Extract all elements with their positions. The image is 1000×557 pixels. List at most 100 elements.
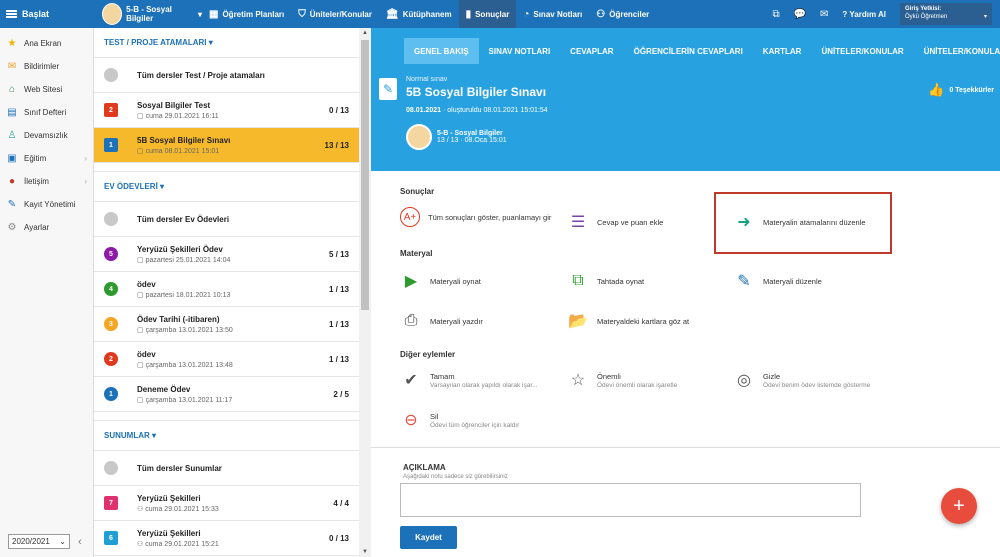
star-icon: ☆ xyxy=(570,372,586,389)
edit-material-action[interactable]: ✎ Materyali düzenle xyxy=(733,270,821,292)
top-bar: Başlat 5-B - Sosyal Bilgiler ▾ ▦ Öğretim … xyxy=(0,0,1000,28)
tab-exam-grades[interactable]: SINAV NOTLARI xyxy=(479,38,561,64)
calendar-icon: ▢ xyxy=(137,361,146,369)
folder-open-icon: 📂 xyxy=(568,313,588,330)
nav-results[interactable]: ▮ Sonuçlar xyxy=(458,0,517,28)
list-item-all-tests[interactable]: Tüm dersler Test / Proje atamaları xyxy=(94,58,359,93)
list-item[interactable]: 1 Deneme Ödev ▢ çarşamba 13.01.2021 11:17 2… xyxy=(94,377,359,412)
chevron-down-icon: ▾ xyxy=(983,14,987,20)
users-icon: ⚇ xyxy=(137,505,146,513)
list-item[interactable]: 2 Sosyal Bilgiler Test ▢ cuma 29.01.2021 1… xyxy=(94,93,359,128)
list-item-all-homework[interactable]: Tüm dersler Ev Ödevleri xyxy=(94,202,359,237)
start-menu-button[interactable]: Başlat xyxy=(0,9,94,19)
number-badge: 7 xyxy=(104,496,118,510)
list-item[interactable]: 4 ödev ▢ pazartesi 18.01.2021 10:13 1 / 13 xyxy=(94,272,359,307)
delete-action[interactable]: ⊖ Sil Ödevi tüm öğrenciler için kaldır xyxy=(400,409,519,431)
nav-units[interactable]: ⛉ Üniteler/Konular xyxy=(291,0,379,28)
shield-icon: ⛉ xyxy=(298,8,306,20)
sidebar-item-notifications[interactable]: ✉ Bildirimler xyxy=(0,55,93,78)
sidebar-item-settings[interactable]: ⚙ Ayarlar xyxy=(0,216,93,239)
start-label: Başlat xyxy=(22,9,50,19)
screen-share-icon[interactable]: ⧉ xyxy=(772,9,779,20)
nav-library[interactable]: 🏛 Kütüphanem xyxy=(379,0,459,28)
sidebar-item-website[interactable]: ⌂ Web Sitesi xyxy=(0,78,93,101)
tab-cards[interactable]: KARTLAR xyxy=(753,38,812,64)
calendar-icon: ▢ xyxy=(137,256,146,264)
class-label: 5-B - Sosyal Bilgiler xyxy=(126,5,172,23)
material-heading: Materyal xyxy=(400,249,433,258)
section-header-homework[interactable]: EV ÖDEVLERİ ▾ xyxy=(94,172,359,202)
number-badge: 2 xyxy=(104,352,118,366)
caret-down-icon: ▾ xyxy=(160,182,165,191)
nav-teaching-plans[interactable]: ▦ Öğretim Planları xyxy=(202,0,291,28)
sidebar-item-absence[interactable]: ♙ Devamsızlık xyxy=(0,124,93,147)
add-answer-action[interactable]: ☰ Cevap ve puan ekle xyxy=(567,211,663,233)
sidebar-item-class-book[interactable]: ▤ Sınıf Defteri xyxy=(0,101,93,124)
sidebar-item-home[interactable]: ★ Ana Ekran xyxy=(0,32,93,55)
gear-icon xyxy=(104,68,118,82)
checklist-icon: ☰ xyxy=(570,214,586,231)
scrollbar-thumb[interactable] xyxy=(361,40,369,310)
collapse-sidebar-icon[interactable]: ‹ xyxy=(78,536,82,548)
list-item[interactable]: 7 Yeryüzü Şekilleri ⚇ cuma 29.01.2021 15:3… xyxy=(94,486,359,521)
top-right-tools: ⧉ 💬 ✉ ? Yardım Al Giriş Yetkisi: Öykü Öğ… xyxy=(772,0,1000,28)
chevron-right-icon: › xyxy=(84,177,87,186)
assignment-list-panel: TEST / PROJE ATAMALARI ▾ Tüm dersler Tes… xyxy=(94,28,371,557)
class-selector[interactable]: 5-B - Sosyal Bilgiler ▾ xyxy=(94,3,202,25)
results-heading: Sonuçlar xyxy=(400,187,435,196)
users-icon: ⚇ xyxy=(137,540,146,548)
user-role-selector[interactable]: Giriş Yetkisi: Öykü Öğretmen ▾ xyxy=(900,3,992,25)
description-heading: AÇIKLAMA xyxy=(403,463,446,472)
library-icon: 🏛 xyxy=(385,8,399,20)
add-fab-button[interactable]: + xyxy=(941,488,977,524)
eye-slash-icon: ◎ xyxy=(737,372,751,389)
mark-done-action[interactable]: ✔ Tamam Varsayılan olarak yapıldı olarak i… xyxy=(400,369,537,391)
list-item[interactable]: 3 Ödev Tarihi (-itibaren) ▢ çarşamba 13.01… xyxy=(94,307,359,342)
list-scrollbar[interactable]: ▲ ▼ xyxy=(359,28,371,557)
tab-student-answers[interactable]: ÖĞRENCİLERİN CEVAPLARI xyxy=(624,38,753,64)
nav-exam-grades[interactable]: ◔ Sınav Notları xyxy=(516,0,589,28)
browse-cards-action[interactable]: 📂 Materyaldeki kartlara göz at xyxy=(567,310,689,332)
list-item-selected[interactable]: 1 5B Sosyal Bilgiler Sınavı ▢ cuma 08.01.2… xyxy=(94,128,359,163)
list-item-all-presentations[interactable]: Tüm dersler Sunumlar xyxy=(94,451,359,486)
help-button[interactable]: ? Yardım Al xyxy=(842,10,886,19)
play-on-board-action[interactable]: ⧉ Tahtada oynat xyxy=(567,270,644,292)
gear-icon xyxy=(104,212,118,226)
list-item[interactable]: 6 Yeryüzü Şekilleri ⚇ cuma 29.01.2021 15:2… xyxy=(94,521,359,556)
tab-units[interactable]: ÜNİTELER/KONULAR xyxy=(811,38,913,64)
show-all-results-action[interactable]: A+ Tüm sonuçları göster, puanlamayı gir xyxy=(400,207,560,227)
tab-overview[interactable]: GENEL BAKIŞ xyxy=(404,38,479,64)
tab-units-network[interactable]: ÜNİTELER/KONULAR AĞ xyxy=(914,38,1000,64)
thumbs-up-icon: 👍 xyxy=(928,82,945,97)
list-item[interactable]: 2 ödev ▢ çarşamba 13.01.2021 13:48 1 / 13 xyxy=(94,342,359,377)
section-header-tests[interactable]: TEST / PROJE ATAMALARI ▾ xyxy=(94,28,359,58)
year-select[interactable]: 2020/2021 ⌄ xyxy=(8,534,70,549)
mail-icon[interactable]: ✉ xyxy=(820,9,828,20)
printer-icon: ⎙ xyxy=(404,312,418,329)
sidebar-item-education[interactable]: ▣ Eğitim › xyxy=(0,147,93,170)
play-material-action[interactable]: ▶ Materyali oynat xyxy=(400,270,481,292)
chat-icon: ● xyxy=(8,176,16,187)
save-button[interactable]: Kaydet xyxy=(400,526,457,549)
caret-down-icon: ▾ xyxy=(208,38,213,47)
section-header-presentations[interactable]: SUNUMLAR ▾ xyxy=(94,421,359,451)
chat-icon[interactable]: 💬 xyxy=(794,9,806,20)
nav-students[interactable]: ⚇ Öğrenciler xyxy=(589,0,656,28)
tab-answers[interactable]: CEVAPLAR xyxy=(560,38,623,64)
mail-icon: ✉ xyxy=(7,61,17,72)
sidebar-item-communication[interactable]: ● İletişim › xyxy=(0,170,93,193)
hide-action[interactable]: ◎ Gizle Ödevi benim ödev listemde gösterme xyxy=(733,369,870,391)
cast-icon: ⧉ xyxy=(572,272,584,289)
description-section: AÇIKLAMA Aşağıdaki notu sadece siz göreb… xyxy=(371,447,1000,557)
tab-bar: GENEL BAKIŞ SINAV NOTLARI CEVAPLAR ÖĞREN… xyxy=(371,28,1000,64)
description-textarea[interactable] xyxy=(400,483,861,517)
play-icon: ▶ xyxy=(404,273,418,290)
number-badge: 1 xyxy=(104,387,118,401)
print-material-action[interactable]: ⎙ Materyali yazdır xyxy=(400,310,483,332)
thanks-button[interactable]: 👍 0 Teşekkürler xyxy=(928,82,994,98)
assignment-title: 5B Sosyal Bilgiler Sınavı xyxy=(406,85,547,99)
mark-important-action[interactable]: ☆ Önemli Ödevi önemli olarak işaretle xyxy=(567,369,677,391)
presentation-icon xyxy=(104,461,118,475)
sidebar-item-registration[interactable]: ✎ Kayıt Yönetimi xyxy=(0,193,93,216)
list-item[interactable]: 5 Yeryüzü Şekilleri Ödev ▢ pazartesi 25.01… xyxy=(94,237,359,272)
